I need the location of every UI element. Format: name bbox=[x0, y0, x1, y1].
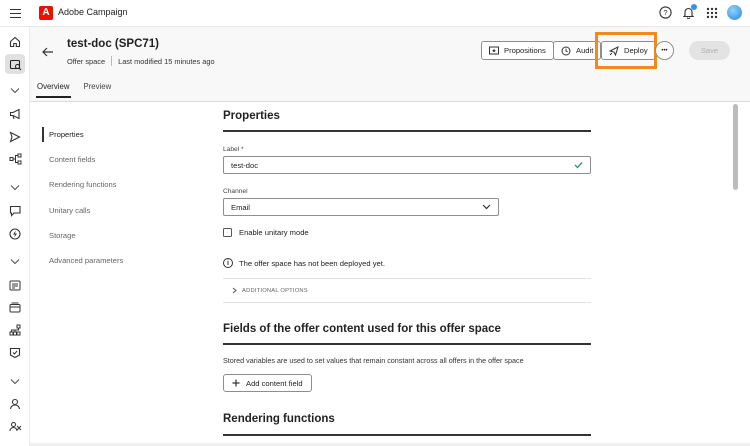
channel-field-label: Channel bbox=[223, 188, 248, 195]
required-mark: * bbox=[240, 146, 244, 153]
audience-icon[interactable] bbox=[5, 417, 25, 437]
options-divider-bottom bbox=[223, 302, 591, 303]
chevron-down-icon[interactable] bbox=[5, 177, 25, 197]
badge-icon[interactable] bbox=[5, 343, 25, 363]
deploy-info-text: The offer space has not been deployed ye… bbox=[239, 258, 385, 268]
content-icon[interactable] bbox=[5, 275, 25, 295]
top-icons: ? bbox=[658, 4, 742, 20]
back-arrow-icon[interactable] bbox=[42, 44, 54, 62]
page-header: test-doc (SPC71) Offer space Last modifi… bbox=[30, 27, 750, 102]
user-icon[interactable] bbox=[5, 394, 25, 414]
label-input[interactable]: test-doc bbox=[223, 156, 591, 174]
svg-text:?: ? bbox=[663, 8, 667, 17]
object-type: Offer space bbox=[67, 56, 106, 66]
page-title: test-doc (SPC71) bbox=[67, 38, 160, 50]
chevron-down-icon bbox=[482, 204, 491, 210]
channel-value: Email bbox=[231, 202, 250, 212]
app-title: Adobe Campaign bbox=[58, 7, 128, 17]
unitary-mode-row: Enable unitary mode bbox=[223, 228, 309, 237]
help-icon[interactable]: ? bbox=[658, 5, 673, 20]
bell-icon[interactable] bbox=[681, 4, 697, 20]
nav-rendering-functions[interactable]: Rendering functions bbox=[42, 177, 192, 192]
channel-select[interactable]: Email bbox=[223, 198, 499, 216]
workflow-icon[interactable] bbox=[5, 149, 25, 169]
propositions-label: Propositions bbox=[504, 46, 546, 55]
home-icon[interactable] bbox=[5, 32, 25, 52]
more-label: ••• bbox=[661, 47, 668, 54]
unitary-mode-checkbox[interactable] bbox=[223, 228, 232, 237]
additional-options-toggle[interactable]: ADDITIONAL OPTIONS bbox=[232, 287, 308, 294]
nav-unitary-calls[interactable]: Unitary calls bbox=[42, 203, 192, 218]
info-icon: i bbox=[223, 258, 233, 268]
notification-dot bbox=[691, 4, 697, 10]
chevron-right-icon bbox=[232, 287, 237, 294]
tab-overview[interactable]: Overview bbox=[36, 82, 70, 98]
checkmark-icon bbox=[574, 162, 583, 169]
subtitle-divider bbox=[111, 56, 113, 66]
propositions-button[interactable]: Propositions bbox=[481, 41, 554, 60]
hierarchy-icon[interactable] bbox=[5, 320, 25, 340]
unitary-mode-label: Enable unitary mode bbox=[239, 228, 309, 237]
left-rail bbox=[0, 27, 30, 446]
content-scrollbar[interactable] bbox=[733, 104, 738, 190]
propositions-icon bbox=[489, 46, 499, 55]
chat-icon[interactable] bbox=[5, 201, 25, 221]
adobe-logo-icon: A bbox=[39, 6, 53, 20]
avatar[interactable] bbox=[727, 5, 742, 20]
chevron-down-icon[interactable] bbox=[5, 371, 25, 391]
nav-storage[interactable]: Storage bbox=[42, 228, 192, 243]
tab-bar: Overview Preview bbox=[36, 82, 112, 98]
cards-icon[interactable] bbox=[5, 297, 25, 317]
rendering-rule bbox=[223, 434, 591, 436]
apps-grid-icon[interactable] bbox=[704, 5, 719, 20]
send-icon[interactable] bbox=[5, 127, 25, 147]
rendering-section-title: Rendering functions bbox=[223, 413, 335, 425]
deploy-highlight bbox=[595, 32, 657, 69]
fields-section-title: Fields of the offer content used for thi… bbox=[223, 323, 501, 335]
add-content-field-button[interactable]: Add content field bbox=[223, 374, 312, 392]
tab-preview[interactable]: Preview bbox=[84, 82, 112, 98]
main-content: Properties Label * test-doc Channel Emai… bbox=[205, 102, 750, 446]
chevron-down-icon[interactable] bbox=[5, 251, 25, 271]
megaphone-icon[interactable] bbox=[5, 104, 25, 124]
fields-rule bbox=[223, 343, 591, 345]
deploy-info: i The offer space has not been deployed … bbox=[223, 258, 385, 268]
plus-icon bbox=[232, 379, 240, 387]
nav-content-fields[interactable]: Content fields bbox=[42, 152, 192, 167]
save-button[interactable]: Save bbox=[689, 41, 730, 60]
history-icon bbox=[561, 46, 571, 55]
properties-title: Properties bbox=[223, 110, 280, 122]
last-modified: Last modified 15 minutes ago bbox=[118, 56, 215, 66]
top-bar: A Adobe Campaign ? bbox=[0, 0, 750, 27]
properties-rule bbox=[223, 130, 591, 132]
options-divider-top bbox=[223, 278, 591, 279]
nav-advanced-parameters[interactable]: Advanced parameters bbox=[42, 253, 192, 268]
more-actions-button[interactable]: ••• bbox=[655, 41, 674, 60]
offer-search-icon[interactable] bbox=[5, 54, 25, 74]
lightning-icon[interactable] bbox=[5, 224, 25, 244]
additional-options-label: ADDITIONAL OPTIONS bbox=[242, 287, 308, 294]
add-content-field-label: Add content field bbox=[246, 378, 303, 388]
label-field-label: Label * bbox=[223, 146, 244, 153]
section-nav: Properties Content fields Rendering func… bbox=[30, 102, 205, 446]
fields-description: Stored variables are used to set values … bbox=[223, 356, 524, 365]
audit-label: Audit bbox=[576, 46, 594, 55]
label-field-text: Label bbox=[223, 146, 240, 153]
menu-icon[interactable] bbox=[10, 9, 21, 18]
page-subtitle: Offer space Last modified 15 minutes ago bbox=[67, 56, 215, 66]
nav-properties[interactable]: Properties bbox=[42, 127, 192, 142]
label-input-value: test-doc bbox=[231, 160, 259, 170]
chevron-down-icon[interactable] bbox=[5, 80, 25, 100]
